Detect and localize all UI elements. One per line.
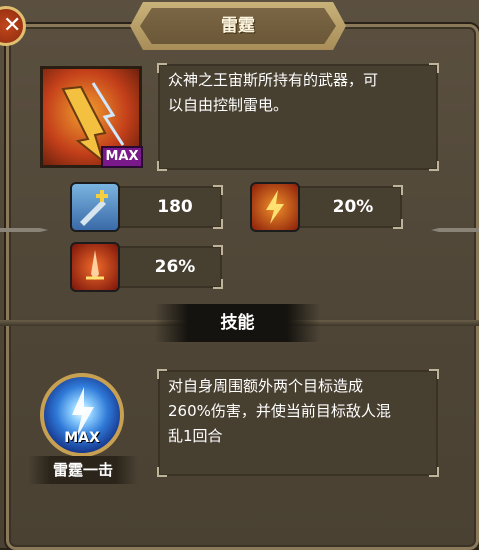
item-description-line-1: 众神之王宙斯所持有的武器，可 <box>168 71 379 89</box>
skill-description-line-3: 乱1回合 <box>168 427 223 445</box>
skill-description-box: 对自身周围额外两个目标造成 260%伤害，并使当前目标敌人混 乱1回合 <box>157 369 439 477</box>
sword-plus-icon <box>70 182 120 232</box>
skill-name: 雷霆一击 <box>52 461 113 479</box>
item-description-line-2: 以自由控制雷电。 <box>168 96 289 114</box>
skill-description-line-1: 对自身周围额外两个目标造成 <box>168 377 364 395</box>
max-level-badge: MAX <box>101 146 143 168</box>
stat-value-crit: 26% <box>154 257 196 277</box>
left-ornament <box>0 228 48 232</box>
weapon-detail-panel: 雷霆 ✕ MAX 众神之王宙斯所持有的武器，可 以自由控制雷电。 180 20%… <box>0 0 479 550</box>
skill-description-line-2: 260%伤害，并使当前目标敌人混 <box>168 402 391 420</box>
lightning-burst-icon <box>250 182 300 232</box>
skill-max-label: MAX <box>64 430 100 446</box>
item-description-box: 众神之王宙斯所持有的武器，可 以自由控制雷电。 <box>157 63 439 171</box>
page-title: 雷霆 <box>221 16 255 36</box>
stat-value-attack: 180 <box>157 197 193 217</box>
flaming-sword-icon <box>70 242 120 292</box>
right-ornament <box>431 228 479 232</box>
skills-header: 技能 <box>220 313 255 333</box>
stat-value-lightning: 20% <box>332 197 374 217</box>
close-icon: ✕ <box>3 13 22 38</box>
